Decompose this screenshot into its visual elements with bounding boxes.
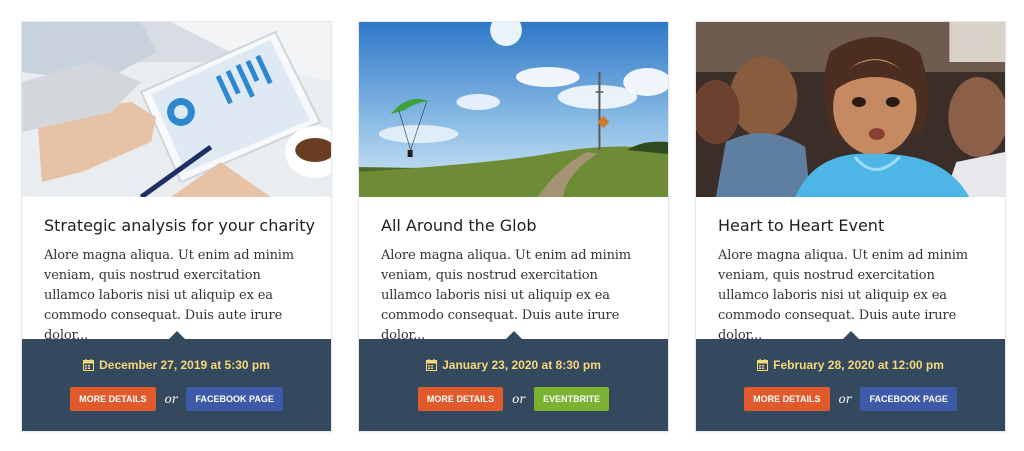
calendar-icon: [83, 359, 95, 374]
event-footer: January 23, 2020 at 8:30 pm MORE DETAILS…: [359, 331, 668, 431]
or-separator: or: [512, 392, 526, 406]
calendar-icon: [757, 359, 769, 374]
event-title[interactable]: Strategic analysis for your charity: [44, 215, 315, 237]
event-date: December 27, 2019 at 5:30 pm: [22, 358, 331, 374]
event-footer: December 27, 2019 at 5:30 pm MORE DETAIL…: [22, 331, 331, 431]
event-actions: MORE DETAILS or EVENTBRITE: [359, 387, 668, 411]
event-title[interactable]: Heart to Heart Event: [718, 215, 983, 237]
event-image-child[interactable]: [696, 22, 1005, 197]
event-date-text: January 23, 2020 at 8:30 pm: [442, 358, 601, 372]
event-title[interactable]: All Around the Glob: [381, 215, 646, 237]
or-separator: or: [838, 392, 852, 406]
footer-notch: [505, 331, 522, 339]
footer-notch: [168, 331, 185, 339]
event-card: Heart to Heart Event Alore magna aliqua.…: [695, 21, 1006, 432]
event-footer: February 28, 2020 at 12:00 pm MORE DETAI…: [696, 331, 1005, 431]
event-content: All Around the Glob Alore magna aliqua. …: [359, 197, 668, 343]
event-card: Strategic analysis for your charity Alor…: [21, 21, 332, 432]
more-details-button[interactable]: MORE DETAILS: [417, 387, 504, 411]
or-separator: or: [164, 392, 178, 406]
calendar-icon: [426, 359, 438, 374]
event-date: January 23, 2020 at 8:30 pm: [359, 358, 668, 374]
event-image-paragliding[interactable]: [359, 22, 668, 197]
event-content: Heart to Heart Event Alore magna aliqua.…: [696, 197, 1005, 343]
event-date-text: December 27, 2019 at 5:30 pm: [99, 358, 270, 372]
event-actions: MORE DETAILS or FACEBOOK PAGE: [696, 387, 1005, 411]
event-date: February 28, 2020 at 12:00 pm: [696, 358, 1005, 374]
eventbrite-button[interactable]: EVENTBRITE: [534, 387, 610, 411]
facebook-page-button[interactable]: FACEBOOK PAGE: [186, 387, 283, 411]
event-card: All Around the Glob Alore magna aliqua. …: [358, 21, 669, 432]
more-details-button[interactable]: MORE DETAILS: [744, 387, 830, 411]
facebook-page-button[interactable]: FACEBOOK PAGE: [860, 387, 957, 411]
event-content: Strategic analysis for your charity Alor…: [22, 197, 331, 343]
more-details-button[interactable]: MORE DETAILS: [70, 387, 156, 411]
event-actions: MORE DETAILS or FACEBOOK PAGE: [22, 387, 331, 411]
event-image-tablet-analysis[interactable]: [22, 22, 331, 197]
footer-notch: [842, 331, 859, 339]
event-date-text: February 28, 2020 at 12:00 pm: [773, 358, 944, 372]
